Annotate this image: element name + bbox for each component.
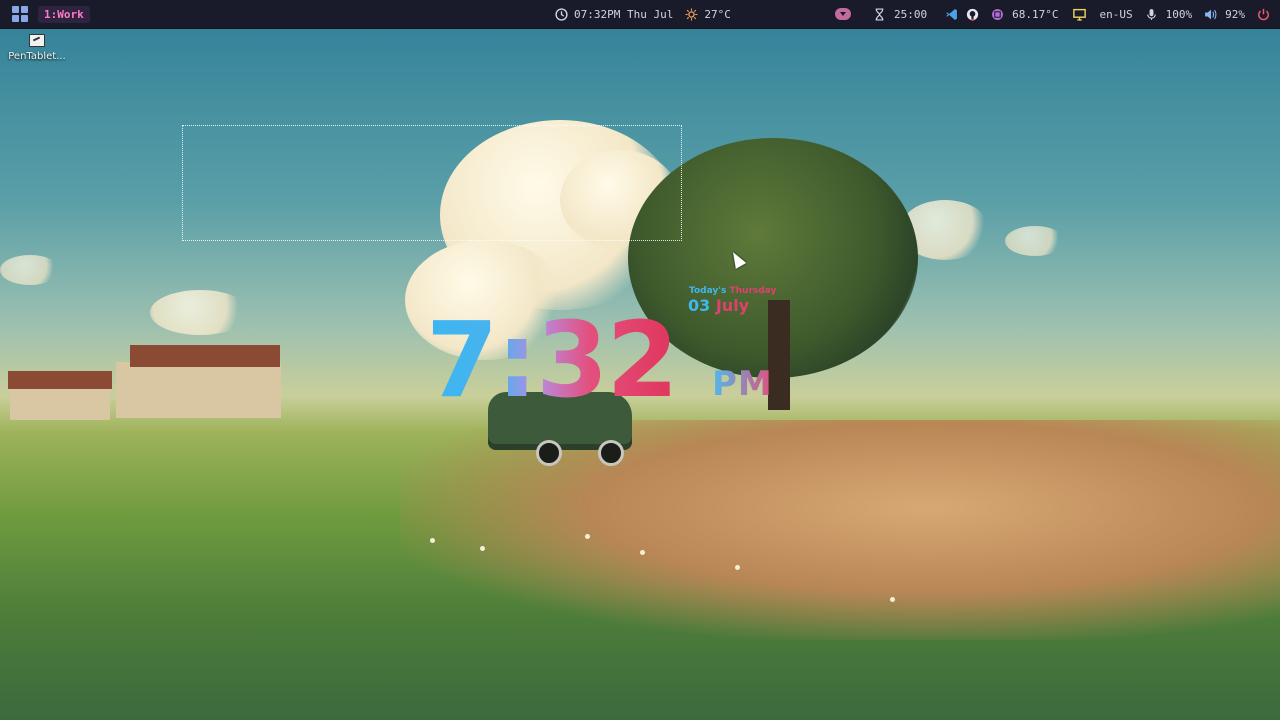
flower <box>890 597 895 602</box>
flower <box>585 534 590 539</box>
weather-temp: 27°C <box>704 7 731 21</box>
monitor-icon[interactable] <box>1072 8 1086 21</box>
clock-ampm: PM <box>712 364 773 404</box>
flower <box>430 538 435 543</box>
date-line: 03 July <box>688 296 749 315</box>
volume-level: 92% <box>1225 7 1245 21</box>
clock-icon <box>555 7 568 21</box>
microphone-icon[interactable] <box>1145 8 1158 21</box>
cpu-icon <box>991 8 1004 21</box>
cloud <box>150 290 250 335</box>
power-icon[interactable] <box>1257 8 1270 21</box>
system-tray: 25:00 68.17°C en-US 100% 92% <box>835 0 1270 28</box>
desktop-icon-label: PenTablet... <box>8 51 66 62</box>
car-wheel <box>598 440 624 466</box>
clock-weather-module[interactable]: 07:32PM Thu Jul 27°C <box>555 0 731 28</box>
cloud <box>1005 226 1065 256</box>
car-wheel <box>536 440 562 466</box>
weekday: Thursday <box>729 286 777 296</box>
farm-house-roof <box>8 371 112 389</box>
mic-level: 100% <box>1165 7 1193 21</box>
notifications-toggle-icon[interactable] <box>835 8 852 20</box>
clock-time: 7:32 <box>426 299 679 421</box>
sun-icon <box>685 8 698 21</box>
vscode-icon[interactable] <box>945 8 958 21</box>
today-prefix: Today's <box>689 286 730 296</box>
cpu-temperature: 68.17°C <box>1012 7 1059 21</box>
farm-house <box>10 386 110 420</box>
app-launcher-icon[interactable] <box>12 6 28 22</box>
flower <box>735 565 740 570</box>
workspace-indicator[interactable]: 1:Work <box>38 5 90 23</box>
flower <box>640 550 645 555</box>
github-icon[interactable] <box>966 8 979 21</box>
cloud <box>0 255 60 285</box>
desktop-clock-widget: Today's Thursday 03 July 7:32 PM <box>426 286 786 421</box>
day-number: 03 <box>688 296 716 315</box>
selection-rectangle <box>182 125 682 241</box>
farm-house-roof <box>130 345 280 367</box>
volume-icon[interactable] <box>1204 8 1217 21</box>
today-label: Today's Thursday <box>689 286 776 296</box>
month-name: July <box>715 296 750 315</box>
pen-tablet-icon <box>29 34 45 47</box>
clock-text: 07:32PM Thu Jul <box>574 7 674 21</box>
hourglass-icon <box>873 7 886 21</box>
pomodoro-timer[interactable]: 25:00 <box>894 8 927 21</box>
dirt-road <box>400 420 1280 640</box>
flower <box>480 546 485 551</box>
top-status-bar: 1:Work 07:32PM Thu Jul 27°C 25:00 68.17°… <box>0 0 1280 29</box>
farm-house <box>116 362 281 418</box>
desktop-icon-pentablet[interactable]: PenTablet... <box>6 34 68 62</box>
keyboard-layout[interactable]: en-US <box>1100 8 1133 21</box>
